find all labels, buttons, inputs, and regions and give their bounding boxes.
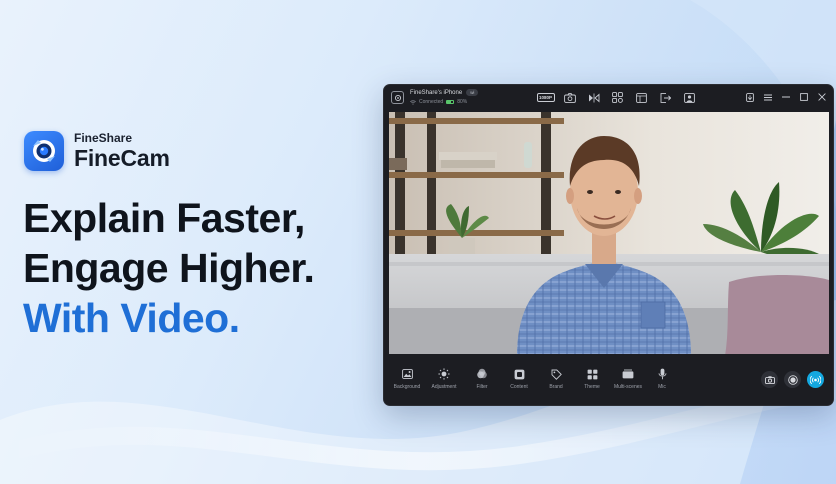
finecam-window: FineShare's iPhone wi Connected 80% 1080… (383, 84, 834, 406)
tool-content[interactable]: Content (501, 368, 537, 390)
feature-tools: Background Adjustment Filter Content Bra… (389, 368, 677, 390)
tool-brand-label: Brand (549, 384, 563, 390)
tool-theme[interactable]: Theme (575, 368, 609, 390)
resolution-label: 1080P (536, 93, 555, 102)
mic-icon (658, 368, 667, 380)
brightness-icon (438, 368, 450, 380)
title-toolbar: 1080P (536, 91, 697, 104)
headline: Explain Faster, Engage Higher. With Vide… (23, 193, 315, 343)
live-icon[interactable] (807, 371, 824, 388)
tool-adjustment[interactable]: Adjustment (425, 368, 463, 390)
tool-brand[interactable]: Brand (537, 368, 575, 390)
tool-multi-scenes[interactable]: Multi-scenes (609, 368, 647, 390)
tool-adjustment-label: Adjustment (431, 384, 457, 390)
app-icon[interactable] (391, 91, 404, 104)
device-badge: wi (466, 89, 479, 96)
menu-icon[interactable] (763, 91, 772, 103)
snapshot-icon[interactable] (761, 371, 778, 388)
image-icon (401, 368, 413, 380)
record-controls (761, 371, 824, 388)
device-name-label: FineShare's iPhone (410, 89, 463, 96)
camera-lens-icon (24, 131, 64, 171)
minimize-icon[interactable] (781, 91, 790, 103)
bottom-toolbar: Background Adjustment Filter Content Bra… (384, 354, 833, 405)
filter-icon (476, 368, 488, 380)
layout-icon[interactable] (610, 91, 625, 104)
battery-icon (446, 100, 455, 104)
battery-level: 80% (457, 99, 468, 105)
tool-content-label: Content (510, 384, 528, 390)
flip-icon[interactable] (586, 91, 601, 104)
maximize-icon[interactable] (799, 91, 808, 103)
brand: FineShare FineCam (24, 131, 170, 171)
tool-multi-scenes-label: Multi-scenes (613, 384, 643, 390)
presenter-video-frame (389, 112, 829, 356)
brand-product: FineCam (74, 145, 170, 171)
tag-icon (551, 368, 562, 380)
headline-line-1: Explain Faster, (23, 195, 305, 241)
share-icon[interactable] (658, 91, 673, 104)
resolution-chip[interactable]: 1080P (536, 91, 555, 104)
scenes-icon (622, 368, 634, 380)
connection-status: Connected (419, 99, 444, 105)
brand-company: FineShare (74, 131, 133, 145)
tool-background[interactable]: Background (389, 368, 425, 390)
device-status: Connected 80% (410, 99, 467, 105)
headline-line-2: Engage Higher. (23, 245, 315, 291)
wifi-icon (410, 99, 416, 105)
window-icon[interactable] (634, 91, 649, 104)
tool-theme-label: Theme (584, 384, 600, 390)
content-icon (514, 368, 525, 380)
tool-filter-label: Filter (476, 384, 488, 390)
portrait-icon[interactable] (682, 91, 697, 104)
record-icon[interactable] (784, 371, 801, 388)
title-bar: FineShare's iPhone wi Connected 80% 1080… (384, 85, 833, 111)
headline-line-3: With Video. (23, 295, 240, 341)
tool-mic-label: Mic (658, 384, 666, 390)
tool-background-label: Background (393, 384, 421, 390)
camera-icon[interactable] (562, 91, 577, 104)
window-controls (745, 91, 826, 103)
tool-mic[interactable]: Mic (647, 368, 677, 390)
tool-filter[interactable]: Filter (463, 368, 501, 390)
close-icon[interactable] (817, 91, 826, 103)
grid-icon (587, 368, 598, 380)
pin-icon[interactable] (745, 91, 754, 103)
camera-preview (389, 112, 829, 356)
device-name[interactable]: FineShare's iPhone wi (410, 89, 479, 96)
